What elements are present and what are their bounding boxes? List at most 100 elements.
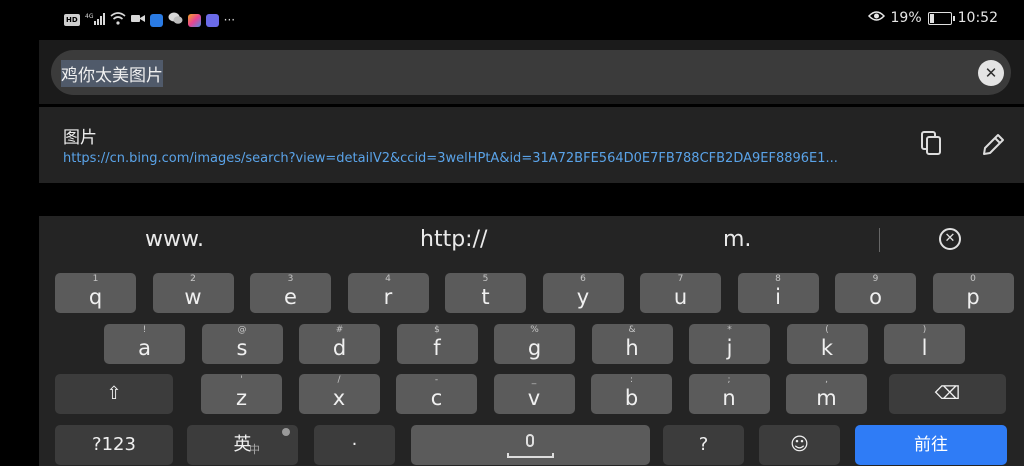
key-label: y [576,285,590,309]
key-alt-label: 9 [872,274,879,284]
key-label: b [624,386,639,410]
music-app-icon [205,13,219,27]
key-label: 前往 [914,435,948,455]
key-alt-label: , [825,375,828,385]
go-button[interactable]: 前往 [855,425,1007,465]
wifi-icon [110,12,126,28]
status-icons-left: HD 4G ··· [64,11,235,29]
key-label: · [351,434,358,455]
keyboard-suggestion-bar: www. http:// m. ✕ [39,216,1024,266]
quick-www[interactable]: www. [145,227,204,252]
key-alt-label: & [628,325,636,335]
key-label: a [138,336,151,360]
key-f[interactable]: $ f [396,324,478,364]
key-label: e [284,285,297,309]
key-s[interactable]: @ s [201,324,283,364]
key-e[interactable]: 3e [250,273,331,313]
key-alt-label: 2 [190,274,196,284]
key-p[interactable]: 0p [932,273,1014,313]
keyboard-close-icon[interactable]: ✕ [939,228,961,250]
backspace-icon: ⌫ [934,383,961,404]
key-y[interactable]: 6y [542,273,624,313]
key-w[interactable]: 2w [152,273,234,313]
pencil-icon[interactable] [979,131,1007,159]
key-d[interactable]: # d [299,324,380,364]
key-alt-label: ! [142,325,147,335]
symbols-key[interactable]: ?123 [55,425,173,465]
copy-icon[interactable] [919,131,943,157]
key-c[interactable]: -c [396,374,477,414]
key-label: l [921,336,928,360]
key-o[interactable]: 9o [835,273,916,313]
key-label: w [184,285,202,309]
spacebar-icon [507,453,554,458]
key-alt-label: _ [531,375,537,385]
key-alt-label: 3 [287,274,294,284]
more-notifications-icon: ··· [223,13,236,27]
key-r[interactable]: 4r [347,273,429,313]
key-i[interactable]: 8i [737,273,819,313]
key-alt-label: : [629,375,634,385]
key-alt-label: - [434,375,439,385]
key-b[interactable]: :b [591,374,672,414]
soft-keyboard: www. http:// m. ✕ 1 q 2 w 3 e 4 r 5 t 6 y 7 u 8 i 9 o 0 p! a… [39,216,1024,466]
key-a[interactable]: ! a [104,324,185,364]
dot-key[interactable]: · [314,425,395,465]
key-h[interactable]: & h [591,324,673,364]
key-label: p [966,285,980,309]
lang-sub-label: 中 [249,443,260,456]
globe-icon [282,428,290,436]
key-alt-label: 0 [970,274,976,284]
key-u[interactable]: 7u [640,273,721,313]
key-j[interactable]: * j [689,324,770,364]
shift-icon: ⇧ [106,383,122,404]
key-alt-label: 5 [482,274,489,284]
clear-input-button[interactable]: ✕ [978,60,1004,86]
key-l[interactable]: ) l [884,324,965,364]
key-alt-label: 7 [677,274,684,284]
shift-key[interactable]: ⇧ [55,374,173,414]
clock: 10:52 [957,10,998,26]
key-alt-label: * [727,325,732,335]
quick-m[interactable]: m. [723,227,751,252]
key-label: k [820,336,834,360]
gallery-app-icon [187,13,201,27]
status-bar: HD 4G ··· 19% 10:52 [0,0,1024,40]
backspace-key[interactable]: ⌫ [889,374,1006,414]
key-label: o [869,285,882,309]
key-label: x [332,386,346,410]
key-label: ?123 [92,434,136,455]
battery-icon [927,11,955,25]
key-q[interactable]: 1q [55,273,136,313]
key-label: d [332,336,347,360]
language-switch-key[interactable]: 英中 [187,425,298,465]
question-key[interactable]: ? [663,425,744,465]
cellular-signal-icon: 4G [85,12,105,28]
microphone-icon [526,434,534,447]
svg-text:4G: 4G [85,13,94,20]
key-label: 英 [233,434,252,455]
url-input-text[interactable]: 鸡你太美图片 [61,60,163,87]
key-label: q [88,285,103,309]
wechat-icon [168,12,183,28]
key-g[interactable]: % g [494,324,575,364]
url-input[interactable]: 鸡你太美图片 ✕ [51,50,1011,95]
key-z[interactable]: ' z [201,374,282,414]
url-bar-area: 鸡你太美图片 ✕ [39,40,1024,104]
quick-http[interactable]: http:// [420,227,487,252]
key-t[interactable]: 5t [445,273,526,313]
key-n[interactable]: ; n [688,374,770,414]
key-v[interactable]: _ v [493,374,575,414]
key-label: n [722,386,736,410]
key-x[interactable]: / x [298,374,380,414]
search-suggestion[interactable]: 图片 https://cn.bing.com/images/search?vie… [39,107,1024,183]
key-alt-label: # [335,325,344,335]
key-alt-label: % [530,325,539,335]
key-label: z [235,386,248,410]
key-m[interactable]: ,m [786,374,867,414]
emoji-key[interactable]: ☺ [759,425,840,465]
key-k[interactable]: (k [786,324,868,364]
key-label: f [433,336,441,360]
key-label: h [625,336,639,360]
space-key[interactable] [411,425,650,465]
